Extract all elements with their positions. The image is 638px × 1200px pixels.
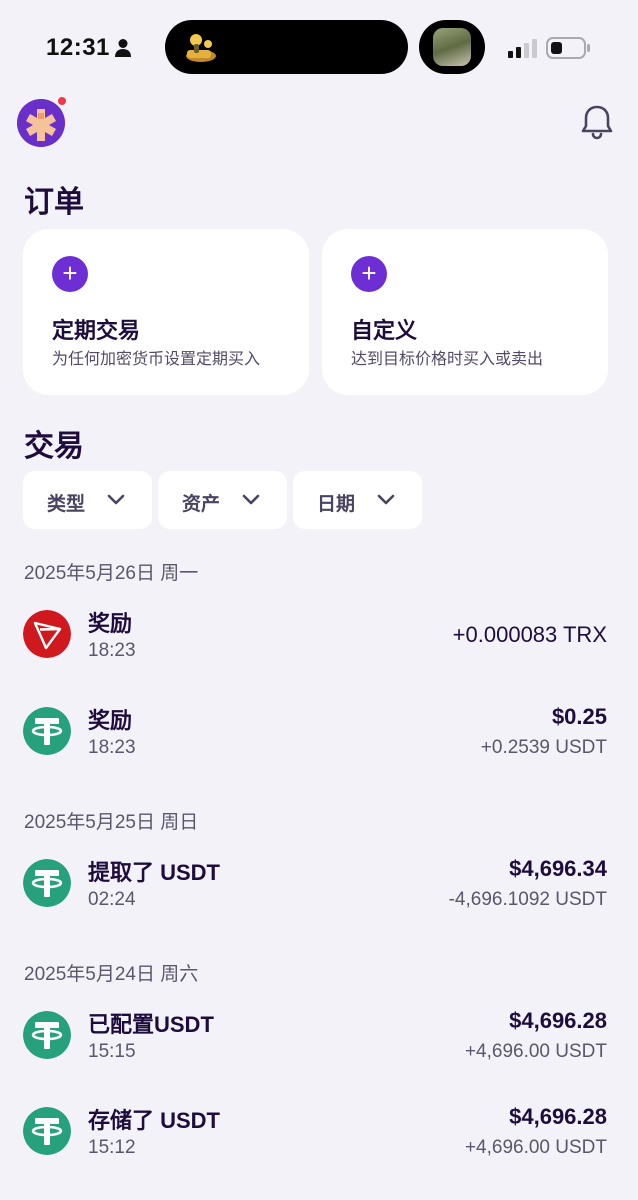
battery-icon [546,37,590,59]
transaction-title: 提取了 USDT [88,860,221,885]
media-activity [419,20,485,74]
card-title: 定期交易 [52,318,141,343]
transaction-title: 奖励 [88,708,133,733]
media-thumbnail [433,28,471,66]
filter-date-dropdown[interactable]: 日期 [293,471,422,529]
transaction-row[interactable]: 奖励 18:23 $0.25 +0.2539 USDT [0,704,638,787]
trx-icon [23,610,71,658]
transaction-time: 18:23 [88,640,136,661]
transaction-amount: $4,696.28 [509,1008,607,1033]
bell-icon[interactable] [580,104,614,140]
transactions-title: 交易 [24,430,84,463]
status-bar: 12:31 [0,0,638,96]
transaction-title: 已配置USDT [88,1012,214,1037]
transaction-title: 存储了 USDT [88,1108,221,1133]
orders-title: 订单 [24,186,84,219]
dynamic-island [165,20,408,74]
filter-asset-dropdown[interactable]: 资产 [158,471,287,529]
plus-icon: + [351,256,387,292]
person-icon [115,39,131,57]
transaction-crypto-amount: -4,696.1092 USDT [448,889,607,910]
transaction-time: 18:23 [88,737,136,758]
transaction-amount: $0.25 [551,704,607,729]
card-subtitle: 达到目标价格时买入或卖出 [351,351,544,368]
usdt-icon [23,1107,71,1155]
wallet-orders-screen: 12:31 订单 + 定期交易 为任何加密货币设置定期买入 + 自定义 达到目标… [0,0,638,1200]
notification-dot [56,95,68,107]
transaction-row[interactable]: 提取了 USDT 02:24 $4,696.34 -4,696.1092 USD… [0,856,638,939]
date-header: 2025年5月26日 周一 [24,563,199,584]
transaction-time: 15:15 [88,1041,136,1062]
filter-label: 资产 [182,494,221,515]
plus-icon: + [52,256,88,292]
card-title: 自定义 [351,318,418,343]
transaction-time: 15:12 [88,1137,136,1158]
transaction-amount: $4,696.34 [509,856,607,881]
filter-label: 类型 [47,494,86,515]
app-avatar-icon[interactable] [17,99,65,147]
date-header: 2025年5月25日 周日 [24,812,199,833]
usdt-icon [23,859,71,907]
date-header: 2025年5月24日 周六 [24,964,199,985]
transaction-amount: $4,696.28 [509,1104,607,1129]
recurring-trade-card[interactable]: + 定期交易 为任何加密货币设置定期买入 [23,229,309,395]
filter-label: 日期 [317,494,356,515]
custom-order-card[interactable]: + 自定义 达到目标价格时买入或卖出 [322,229,608,395]
usdt-icon [23,707,71,755]
card-subtitle: 为任何加密货币设置定期买入 [52,351,261,368]
transaction-crypto-amount: +4,696.00 USDT [464,1137,607,1158]
filter-type-dropdown[interactable]: 类型 [23,471,152,529]
signal-icon [508,39,537,58]
chevron-down-icon [242,494,260,505]
chevron-down-icon [107,494,125,505]
transaction-time: 02:24 [88,889,136,910]
transaction-row[interactable]: 存储了 USDT 15:12 $4,696.28 +4,696.00 USDT [0,1104,638,1187]
chevron-down-icon [377,494,395,505]
transaction-crypto-amount: +0.2539 USDT [480,737,607,758]
transaction-row[interactable]: 已配置USDT 15:15 $4,696.28 +4,696.00 USDT [0,1008,638,1091]
transaction-title: 奖励 [88,611,133,636]
usdt-icon [23,1011,71,1059]
live-activity-icon [186,34,216,62]
transaction-row[interactable]: 奖励 18:23 +0.000083 TRX [0,610,638,690]
transaction-crypto-amount: +4,696.00 USDT [464,1041,607,1062]
transaction-amount: +0.000083 TRX [452,622,607,647]
status-time: 12:31 [46,34,110,61]
